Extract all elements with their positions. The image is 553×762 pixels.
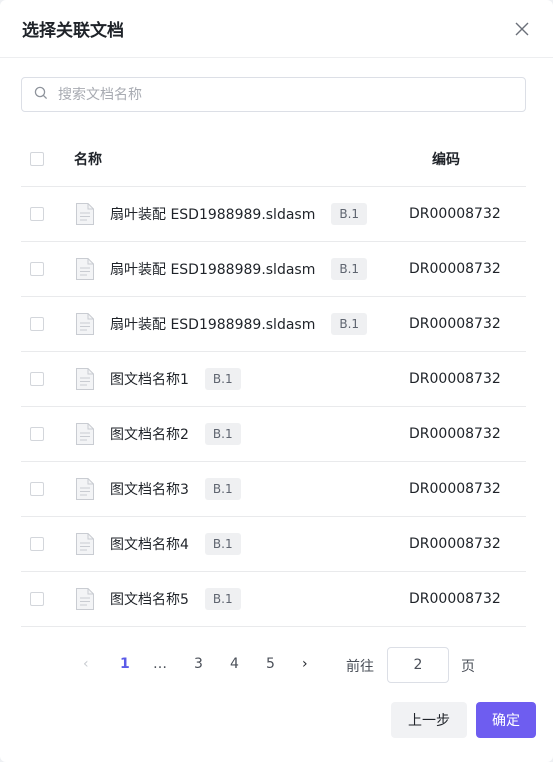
document-name-cell: 图文档名称1 B.1 xyxy=(110,368,241,390)
document-name-cell: 图文档名称3 B.1 xyxy=(110,478,241,500)
pagination: ‹ 1 … 3 4 5 › 前往 页 xyxy=(0,640,553,688)
page-ellipsis[interactable]: … xyxy=(153,656,167,672)
dialog-header: 选择关联文档 xyxy=(0,0,553,58)
document-icon xyxy=(75,257,95,285)
version-badge: B.1 xyxy=(331,258,368,280)
document-code: DR00008732 xyxy=(409,261,501,277)
document-name: 扇叶装配 ESD1988989.sldasm xyxy=(110,207,316,223)
document-name-cell: 扇叶装配 ESD1988989.sldasm B.1 xyxy=(110,203,368,225)
document-name-cell: 扇叶装配 ESD1988989.sldasm B.1 xyxy=(110,313,368,335)
row-checkbox[interactable] xyxy=(30,482,44,496)
dialog-title: 选择关联文档 xyxy=(22,21,124,41)
document-code: DR00008732 xyxy=(409,481,501,497)
chevron-left-icon[interactable]: ‹ xyxy=(83,656,89,672)
table-row[interactable]: 图文档名称2 B.1 DR00008732 xyxy=(21,407,526,462)
version-badge: B.1 xyxy=(204,368,241,390)
document-code: DR00008732 xyxy=(409,371,501,387)
document-icon xyxy=(75,532,95,560)
table-row[interactable]: 图文档名称5 B.1 DR00008732 xyxy=(21,572,526,627)
search-icon xyxy=(34,85,48,104)
document-table: 名称 编码 扇叶装配 ESD1988989.sldasm B.1 DR00008… xyxy=(21,132,526,627)
version-badge: B.1 xyxy=(204,478,241,500)
document-code: DR00008732 xyxy=(409,591,501,607)
document-code: DR00008732 xyxy=(409,316,501,332)
select-related-document-dialog: 选择关联文档 名称 编码 xyxy=(0,0,553,762)
column-header-code: 编码 xyxy=(432,152,460,168)
version-badge: B.1 xyxy=(204,423,241,445)
version-badge: B.1 xyxy=(331,203,368,225)
row-checkbox[interactable] xyxy=(30,537,44,551)
document-name: 图文档名称4 xyxy=(110,537,189,553)
previous-step-button[interactable]: 上一步 xyxy=(391,702,467,738)
table-header-row: 名称 编码 xyxy=(21,132,526,187)
table-row[interactable]: 图文档名称1 B.1 DR00008732 xyxy=(21,352,526,407)
document-name-cell: 图文档名称2 B.1 xyxy=(110,423,241,445)
version-badge: B.1 xyxy=(331,313,368,335)
page-1[interactable]: 1 xyxy=(120,656,130,672)
goto-label: 前往 xyxy=(346,659,374,675)
document-name-cell: 扇叶装配 ESD1988989.sldasm B.1 xyxy=(110,258,368,280)
document-icon xyxy=(75,312,95,340)
search-box[interactable] xyxy=(21,77,526,112)
document-icon xyxy=(75,422,95,450)
page-3[interactable]: 3 xyxy=(194,656,203,672)
document-code: DR00008732 xyxy=(409,206,501,222)
document-name: 图文档名称2 xyxy=(110,427,189,443)
chevron-right-icon[interactable]: › xyxy=(302,656,308,672)
document-name-cell: 图文档名称4 B.1 xyxy=(110,533,241,555)
search-input[interactable] xyxy=(56,85,500,104)
document-name: 图文档名称3 xyxy=(110,482,189,498)
table-row[interactable]: 扇叶装配 ESD1988989.sldasm B.1 DR00008732 xyxy=(21,187,526,242)
goto-page-input[interactable] xyxy=(387,647,449,683)
table-row[interactable]: 扇叶装配 ESD1988989.sldasm B.1 DR00008732 xyxy=(21,297,526,352)
document-code: DR00008732 xyxy=(409,426,501,442)
table-row[interactable]: 扇叶装配 ESD1988989.sldasm B.1 DR00008732 xyxy=(21,242,526,297)
row-checkbox[interactable] xyxy=(30,317,44,331)
row-checkbox[interactable] xyxy=(30,427,44,441)
select-all-checkbox[interactable] xyxy=(30,152,44,166)
document-icon xyxy=(75,367,95,395)
confirm-button[interactable]: 确定 xyxy=(476,702,536,738)
version-badge: B.1 xyxy=(204,588,241,610)
version-badge: B.1 xyxy=(204,533,241,555)
document-name: 图文档名称1 xyxy=(110,372,189,388)
page-5[interactable]: 5 xyxy=(266,656,275,672)
page-unit-label: 页 xyxy=(461,659,475,675)
table-row[interactable]: 图文档名称4 B.1 DR00008732 xyxy=(21,517,526,572)
column-header-name: 名称 xyxy=(74,152,102,168)
close-icon[interactable] xyxy=(513,20,531,38)
document-name: 图文档名称5 xyxy=(110,592,189,608)
row-checkbox[interactable] xyxy=(30,262,44,276)
row-checkbox[interactable] xyxy=(30,372,44,386)
document-name: 扇叶装配 ESD1988989.sldasm xyxy=(110,317,316,333)
table-row[interactable]: 图文档名称3 B.1 DR00008732 xyxy=(21,462,526,517)
row-checkbox[interactable] xyxy=(30,207,44,221)
document-name: 扇叶装配 ESD1988989.sldasm xyxy=(110,262,316,278)
document-name-cell: 图文档名称5 B.1 xyxy=(110,588,241,610)
document-icon xyxy=(75,477,95,505)
row-checkbox[interactable] xyxy=(30,592,44,606)
page-4[interactable]: 4 xyxy=(230,656,239,672)
document-icon xyxy=(75,202,95,230)
document-code: DR00008732 xyxy=(409,536,501,552)
document-icon xyxy=(75,587,95,615)
